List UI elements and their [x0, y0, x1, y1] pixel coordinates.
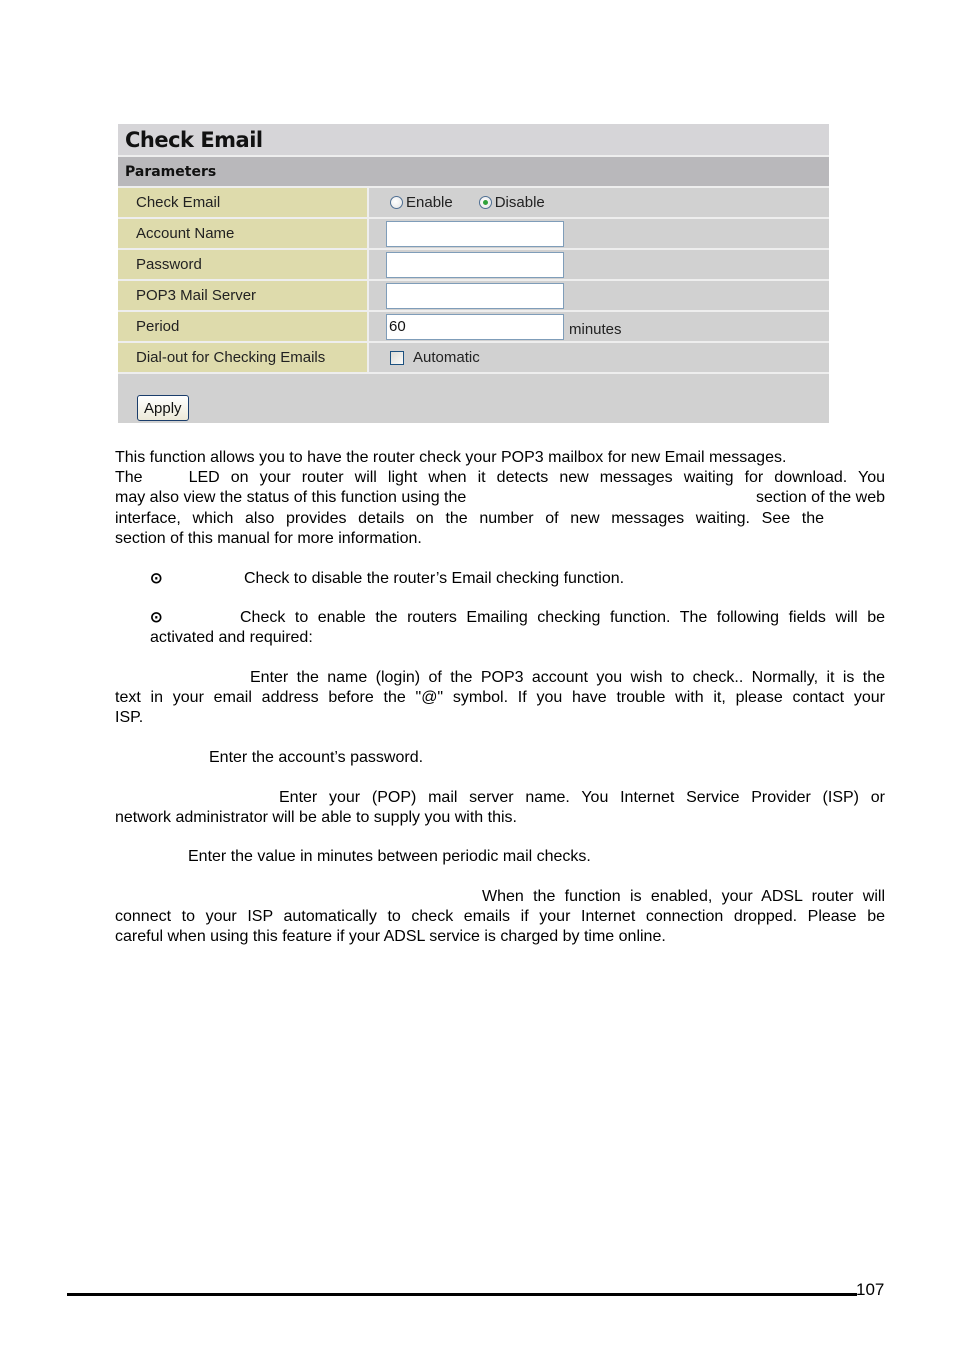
dialout-desc-line-3: careful when using this feature if your …	[115, 928, 666, 945]
checkbox-unchecked-icon	[390, 350, 404, 365]
radio-unchecked-icon	[390, 196, 403, 209]
intro-line-2a: The	[115, 469, 143, 486]
intro-line-3b: section of the web	[756, 489, 885, 506]
intro-line-5: section of this manual for more informat…	[115, 530, 422, 547]
pop3-server-input[interactable]	[386, 282, 564, 309]
disable-radio[interactable]: Disable	[475, 194, 545, 211]
enable-radio-label: Enable	[406, 194, 453, 211]
account-name-row: Account Name	[118, 219, 829, 250]
enable-description-line-1: Check to enable the routers Emailing che…	[240, 609, 885, 626]
intro-line-1: This function allows you to have the rou…	[115, 449, 787, 466]
account-name-label: Account Name	[118, 219, 369, 248]
password-label: Password	[118, 250, 369, 279]
check-email-label: Check Email	[118, 188, 369, 217]
intro-line-2b: LED on your router will light when it de…	[188, 469, 885, 486]
account-name-input[interactable]	[386, 220, 564, 247]
apply-row: Apply	[118, 374, 829, 423]
period-row: Period minutes	[118, 312, 829, 343]
dialout-desc-line-2: connect to your ISP automatically to che…	[115, 908, 885, 925]
check-email-options: Enable Disable	[369, 188, 829, 217]
password-row: Password	[118, 250, 829, 281]
period-desc: Enter the value in minutes between perio…	[188, 848, 591, 865]
automatic-checkbox-label: Automatic	[413, 349, 480, 366]
dialout-desc-line-1: When the function is enabled, your ADSL …	[482, 888, 885, 905]
enable-description-line-2: activated and required:	[150, 629, 313, 646]
intro-line-4: interface, which also provides details o…	[115, 510, 824, 527]
intro-line-3: may also view the status of this functio…	[115, 488, 885, 508]
intro-line-2: The LED on your router will light when i…	[115, 468, 885, 488]
server-desc-line-2: network administrator will be able to su…	[115, 809, 517, 826]
account-name-desc-line-1: Enter the name (login) of the POP3 accou…	[250, 669, 885, 686]
page-number: 107	[856, 1280, 885, 1299]
password-input[interactable]	[386, 251, 564, 278]
apply-button[interactable]: Apply	[137, 395, 189, 421]
dial-out-row: Dial-out for Checking Emails Automatic	[118, 343, 829, 374]
panel-title: Check Email	[118, 124, 829, 157]
pop3-server-label: POP3 Mail Server	[118, 281, 369, 310]
radio-bullet-icon: ⊙	[150, 609, 163, 626]
check-email-panel: Check Email Parameters Check Email Enabl…	[118, 124, 829, 423]
enable-radio[interactable]: Enable	[386, 194, 453, 211]
footer-rule	[67, 1293, 857, 1296]
disable-radio-label: Disable	[494, 194, 545, 211]
password-desc: Enter the account’s password.	[209, 749, 424, 766]
intro-line-3a: may also view the status of this functio…	[115, 489, 467, 506]
radio-bullet-icon: ⊙	[150, 570, 163, 587]
pop3-server-row: POP3 Mail Server	[118, 281, 829, 312]
check-email-row: Check Email Enable Disable	[118, 188, 829, 219]
parameters-header: Parameters	[118, 157, 829, 188]
disable-description: Check to disable the router’s Email chec…	[244, 570, 625, 587]
period-label: Period	[118, 312, 369, 341]
period-unit: minutes	[569, 321, 622, 338]
account-name-desc-line-2: text in your email address before the "@…	[115, 689, 885, 706]
server-desc-line-1: Enter your (POP) mail server name. You I…	[279, 789, 885, 806]
account-name-desc-line-3: ISP.	[115, 709, 144, 726]
period-input[interactable]	[386, 313, 564, 340]
radio-checked-icon	[478, 196, 492, 209]
automatic-checkbox[interactable]: Automatic	[386, 349, 480, 366]
dial-out-label: Dial-out for Checking Emails	[118, 343, 369, 372]
